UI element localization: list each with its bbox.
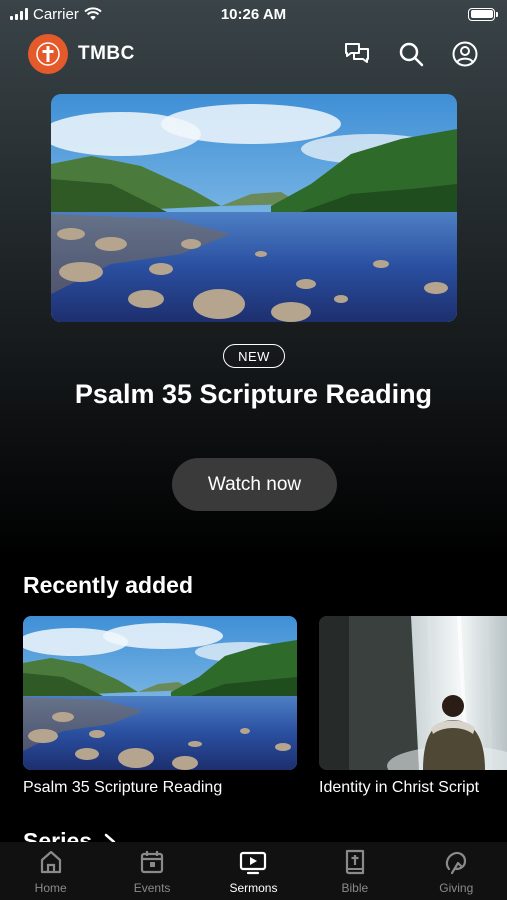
status-bar: Carrier 10:26 AM bbox=[0, 0, 507, 28]
profile-button[interactable] bbox=[451, 40, 479, 68]
chat-icon bbox=[345, 43, 369, 63]
signal-icon bbox=[10, 8, 28, 20]
giving-icon bbox=[446, 851, 467, 875]
church-logo[interactable] bbox=[28, 34, 68, 74]
search-button[interactable] bbox=[397, 40, 425, 68]
recently-added-heading: Recently added bbox=[23, 572, 193, 598]
tab-giving[interactable]: Giving bbox=[406, 849, 506, 895]
calendar-icon bbox=[140, 851, 164, 874]
sermon-thumbnail bbox=[319, 616, 507, 770]
user-icon bbox=[452, 41, 478, 67]
tab-label: Sermons bbox=[229, 881, 278, 895]
sermon-card-title: Identity in Christ Script bbox=[319, 779, 480, 796]
battery-icon bbox=[468, 7, 498, 21]
sermon-card-title: Psalm 35 Scripture Reading bbox=[23, 779, 223, 796]
tab-label: Events bbox=[133, 881, 171, 895]
cross-logo-icon bbox=[36, 42, 60, 66]
tab-home[interactable]: Home bbox=[1, 849, 101, 895]
hero-title[interactable]: Psalm 35 Scripture Reading bbox=[60, 376, 447, 413]
lake-landscape-image bbox=[51, 94, 457, 322]
tab-label: Giving bbox=[439, 881, 474, 895]
tv-icon bbox=[240, 851, 267, 875]
tab-label: Home bbox=[34, 881, 67, 895]
messages-button[interactable] bbox=[343, 40, 371, 68]
lake-landscape-image bbox=[23, 616, 297, 770]
search-icon bbox=[399, 42, 424, 67]
tab-events[interactable]: Events bbox=[102, 849, 202, 895]
bible-icon bbox=[345, 849, 364, 875]
watch-now-button[interactable]: Watch now bbox=[172, 458, 337, 511]
tab-bar: Home Events Sermons Bible Giving bbox=[0, 842, 507, 900]
tab-bible[interactable]: Bible bbox=[305, 849, 405, 895]
carrier-label: Carrier bbox=[33, 5, 79, 23]
app-header: TMBC bbox=[0, 32, 507, 76]
sermon-card[interactable]: Psalm 35 Scripture Reading bbox=[23, 616, 297, 797]
hero-thumbnail[interactable] bbox=[51, 94, 457, 322]
sermon-thumbnail bbox=[23, 616, 297, 770]
home-icon bbox=[40, 850, 61, 874]
app-name: TMBC bbox=[78, 43, 135, 64]
tab-sermons[interactable]: Sermons bbox=[203, 849, 303, 895]
wifi-icon bbox=[84, 7, 102, 20]
new-badge: NEW bbox=[223, 344, 285, 368]
waterfall-image bbox=[319, 616, 507, 770]
tab-label: Bible bbox=[341, 881, 369, 895]
sermon-card[interactable]: Identity in Christ Script bbox=[319, 616, 507, 797]
